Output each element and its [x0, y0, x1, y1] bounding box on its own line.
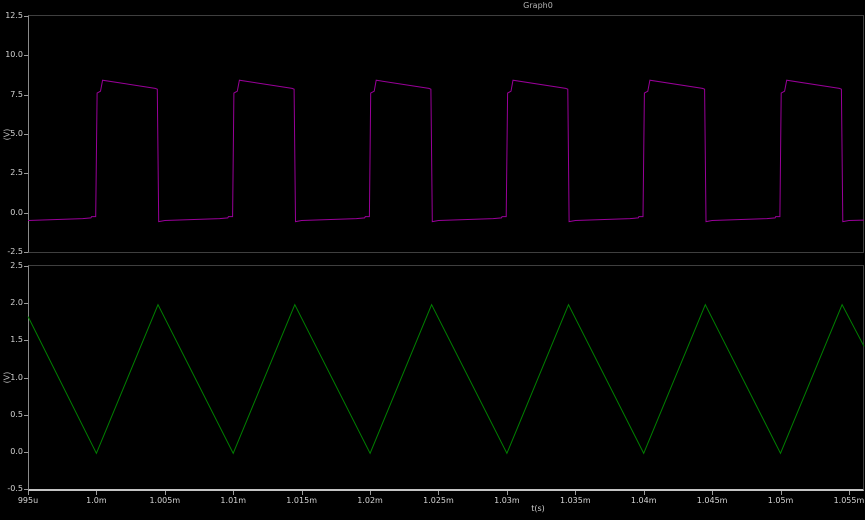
x-tick-label: 1.05m	[768, 497, 794, 505]
y-tick	[24, 95, 28, 96]
y-tick	[24, 266, 28, 267]
y-tick-label: 0.0	[1, 448, 23, 456]
y-tick-label: 2.5	[1, 169, 23, 177]
x-tick-label: 1.015m	[286, 497, 317, 505]
triangle-wave	[28, 305, 864, 454]
y-tick	[24, 213, 28, 214]
waveform-canvas	[0, 0, 865, 520]
y-tick-label: 1.0	[1, 374, 23, 382]
x-tick	[96, 491, 97, 495]
y-tick	[24, 16, 28, 17]
x-tick	[712, 491, 713, 495]
x-tick-label: 1.005m	[149, 497, 180, 505]
x-tick	[165, 491, 166, 495]
y-tick	[24, 303, 28, 304]
y-tick	[24, 173, 28, 174]
y-tick-label: -0.5	[1, 485, 23, 493]
y-tick	[24, 340, 28, 341]
y-tick-label: 2.5	[1, 262, 23, 270]
x-tick-label: 1.03m	[494, 497, 520, 505]
x-tick	[438, 491, 439, 495]
x-tick-label: 1.055m	[834, 497, 865, 505]
y-tick-label: 1.5	[1, 336, 23, 344]
y-tick-label: -2.5	[1, 248, 23, 256]
x-tick-label: 1.035m	[560, 497, 591, 505]
y-tick	[24, 55, 28, 56]
x-tick	[507, 491, 508, 495]
x-tick	[28, 491, 29, 495]
x-tick-label: 1.045m	[697, 497, 728, 505]
x-tick	[644, 491, 645, 495]
x-tick-label: 1.04m	[631, 497, 657, 505]
y-tick-label: 7.5	[1, 91, 23, 99]
x-tick	[781, 491, 782, 495]
y-tick-label: 12.5	[1, 12, 23, 20]
x-tick-label: 995u	[18, 497, 38, 505]
x-tick	[370, 491, 371, 495]
x-tick-label: 1.025m	[423, 497, 454, 505]
x-tick-label: 1.02m	[357, 497, 383, 505]
y-tick	[24, 378, 28, 379]
y-tick	[24, 415, 28, 416]
x-tick	[849, 491, 850, 495]
square-wave	[28, 80, 864, 221]
x-tick-label: 1.01m	[220, 497, 246, 505]
x-axis-label: t(s)	[531, 504, 545, 513]
y-tick-label: 5.0	[1, 130, 23, 138]
y-tick	[24, 489, 28, 490]
y-tick	[24, 452, 28, 453]
x-tick-label: 1.0m	[86, 497, 107, 505]
x-tick	[302, 491, 303, 495]
y-tick-label: 0.0	[1, 209, 23, 217]
y-tick-label: 2.0	[1, 299, 23, 307]
graph-window: Graph0 (V) (V) 12.510.07.55.02.50.0-2.52…	[0, 0, 865, 520]
x-tick	[575, 491, 576, 495]
y-tick	[24, 134, 28, 135]
y-tick-label: 10.0	[1, 51, 23, 59]
y-tick-label: 0.5	[1, 411, 23, 419]
y-tick	[24, 252, 28, 253]
x-tick	[233, 491, 234, 495]
